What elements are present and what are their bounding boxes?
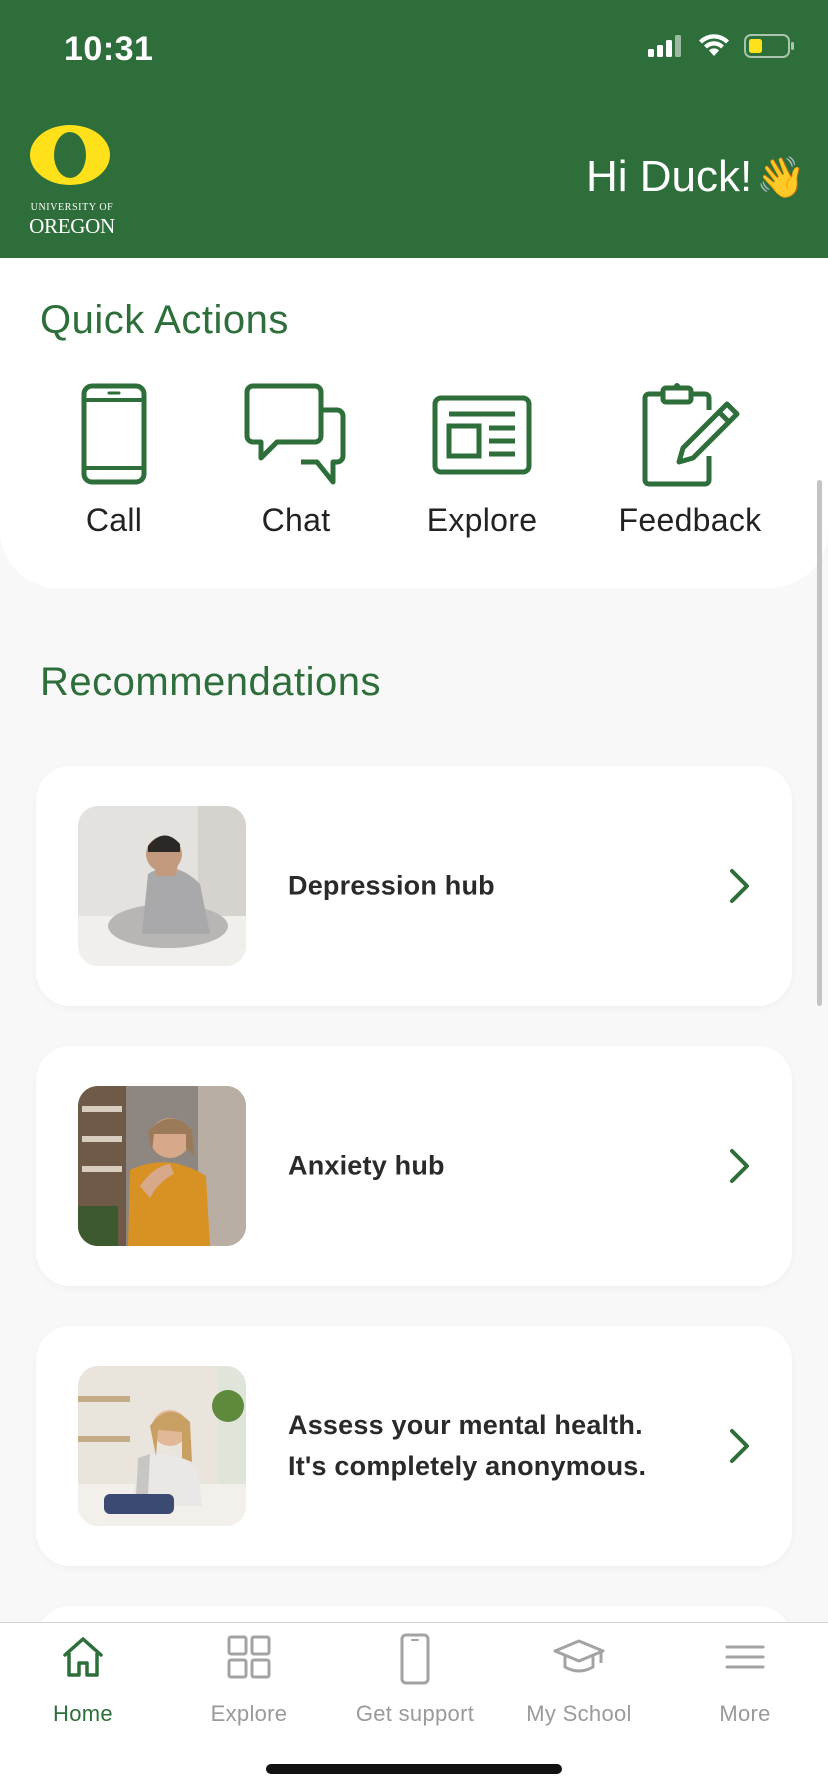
tab-label: Explore xyxy=(210,1701,288,1726)
graduation-cap-icon xyxy=(553,1639,605,1673)
university-logo[interactable]: UNIVERSITY OF OREGON xyxy=(22,122,122,238)
wave-emoji: 👋 xyxy=(756,155,806,200)
recommendation-title: Anxiety hub xyxy=(288,1150,445,1181)
assessment-thumbnail xyxy=(78,1366,246,1526)
recommendation-card-anxiety[interactable]: Anxiety hub xyxy=(36,1046,792,1286)
status-icons xyxy=(648,34,796,58)
phone-icon xyxy=(400,1633,430,1685)
recommendation-card-depression[interactable]: Depression hub xyxy=(36,766,792,1006)
chevron-right-icon xyxy=(730,869,749,903)
status-bar: 10:31 xyxy=(0,0,828,100)
recommendations-title: Recommendations xyxy=(40,660,381,704)
greeting-text: Hi Duck! xyxy=(585,152,753,201)
recommendation-line-1: Assess your mental health. xyxy=(288,1410,643,1440)
quick-action-explore[interactable]: Explore xyxy=(402,380,562,538)
recommendation-line-2: It's completely anonymous. xyxy=(288,1451,647,1481)
chevron-right-icon xyxy=(730,1149,749,1183)
logo-text-university: UNIVERSITY OF xyxy=(30,202,114,213)
recommendation-card-assessment[interactable]: Assess your mental health. It's complete… xyxy=(36,1326,792,1566)
tab-label: My School xyxy=(526,1701,632,1726)
quick-action-feedback[interactable]: Feedback xyxy=(610,380,770,538)
tab-my-school[interactable]: My School xyxy=(496,1623,662,1743)
quick-action-chat[interactable]: Chat xyxy=(216,380,376,538)
quick-action-label: Feedback xyxy=(618,502,762,538)
grid-icon xyxy=(227,1635,271,1679)
tab-get-support[interactable]: Get support xyxy=(332,1623,498,1743)
scrollbar[interactable] xyxy=(817,480,822,1006)
signal-icon xyxy=(648,35,681,57)
quick-action-label: Explore xyxy=(426,502,538,538)
recommendation-title: Assess your mental health. It's complete… xyxy=(288,1405,646,1487)
greeting: Hi Duck! 👋 xyxy=(586,152,806,202)
oregon-o-logo-icon xyxy=(30,125,110,185)
logo-text-oregon: OREGON xyxy=(29,214,115,238)
home-icon xyxy=(63,1637,103,1677)
depression-hub-thumbnail xyxy=(78,806,246,966)
menu-icon xyxy=(725,1645,765,1669)
wifi-icon xyxy=(699,34,729,56)
quick-action-label: Call xyxy=(85,502,143,538)
quick-action-call[interactable]: Call xyxy=(34,380,194,538)
home-indicator[interactable] xyxy=(266,1764,562,1774)
battery-icon xyxy=(744,34,794,58)
quick-action-label: Chat xyxy=(261,502,331,538)
anxiety-hub-thumbnail xyxy=(78,1086,246,1246)
status-time: 10:31 xyxy=(64,30,154,68)
quick-actions-title: Quick Actions xyxy=(40,298,289,342)
tab-label: Get support xyxy=(355,1701,475,1726)
person-illustration-icon xyxy=(78,1366,246,1526)
newspaper-icon xyxy=(432,395,532,475)
chevron-right-icon xyxy=(730,1429,749,1463)
app-header: 10:31 UNIVERSITY OF OREGON Hi Duck! 👋 xyxy=(0,0,828,258)
person-illustration-icon xyxy=(78,806,246,966)
person-illustration-icon xyxy=(78,1086,246,1246)
tab-label: Home xyxy=(53,1701,113,1726)
recommendation-title: Depression hub xyxy=(288,870,495,901)
tab-label: More xyxy=(719,1701,771,1726)
phone-icon xyxy=(81,383,147,485)
tab-explore[interactable]: Explore xyxy=(166,1623,332,1743)
chat-icon xyxy=(244,383,346,485)
clipboard-pencil-icon xyxy=(642,383,740,487)
tab-more[interactable]: More xyxy=(662,1623,828,1743)
tab-home[interactable]: Home xyxy=(0,1623,166,1743)
